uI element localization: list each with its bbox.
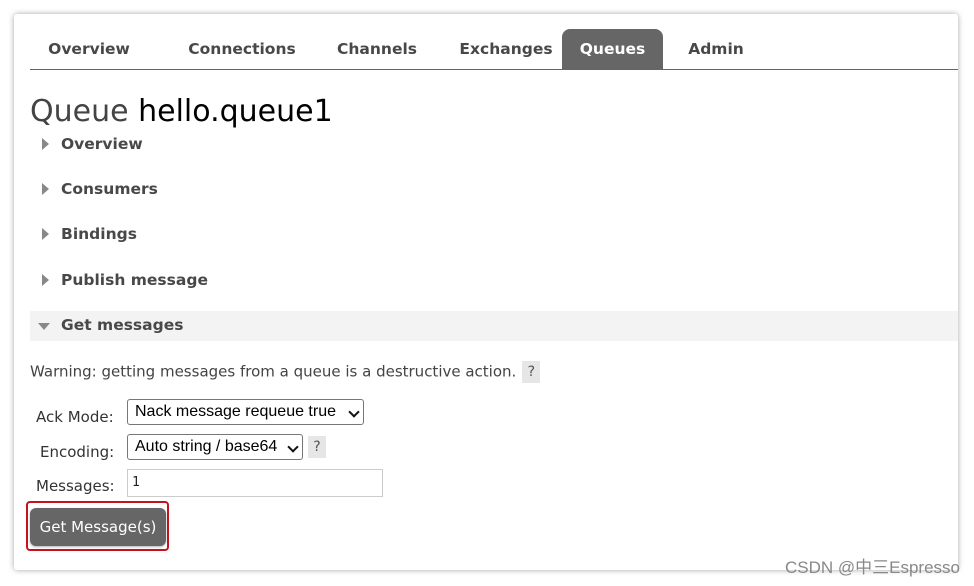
section-get-messages[interactable]: Get messages <box>30 311 958 341</box>
nav-tabs: Overview Connections Channels Exchanges … <box>30 29 958 70</box>
expand-arrow-icon <box>42 183 49 195</box>
section-label: Consumers <box>61 180 158 198</box>
expand-arrow-icon <box>42 138 49 150</box>
get-messages-button[interactable]: Get Message(s) <box>30 508 166 546</box>
warning-text: Warning: getting messages from a queue i… <box>30 362 517 381</box>
section-label: Overview <box>61 135 143 153</box>
tab-connections[interactable]: Connections <box>170 29 314 69</box>
destructive-warning: Warning: getting messages from a queue i… <box>30 361 541 383</box>
ack-mode-select[interactable]: Nack message requeue true <box>127 399 364 425</box>
watermark: CSDN @中三Espresso <box>784 558 960 577</box>
encoding-label: Encoding: <box>40 443 115 461</box>
main-panel: Overview Connections Channels Exchanges … <box>14 14 958 570</box>
chevron-down-icon <box>348 406 360 418</box>
messages-label: Messages: <box>36 477 115 495</box>
chevron-down-icon <box>287 441 299 453</box>
page-title-prefix: Queue <box>30 94 129 129</box>
section-label: Bindings <box>61 225 137 243</box>
queue-name: hello.queue1 <box>138 94 333 129</box>
help-button[interactable]: ? <box>522 361 541 383</box>
section-consumers[interactable]: Consumers <box>30 175 958 205</box>
encoding-value: Auto string / base64 <box>135 438 278 455</box>
encoding-help-button[interactable]: ? <box>308 436 326 458</box>
ack-mode-label: Ack Mode: <box>36 408 114 426</box>
encoding-select[interactable]: Auto string / base64 <box>127 434 303 460</box>
section-label: Get messages <box>61 316 184 334</box>
expand-arrow-icon <box>42 274 49 286</box>
section-publish-message[interactable]: Publish message <box>30 266 958 296</box>
tab-channels[interactable]: Channels <box>322 29 432 69</box>
section-label: Publish message <box>61 271 208 289</box>
messages-count-input[interactable]: 1 <box>127 469 383 497</box>
tab-overview[interactable]: Overview <box>40 29 138 69</box>
tab-admin[interactable]: Admin <box>678 29 754 69</box>
ack-mode-value: Nack message requeue true <box>135 403 336 420</box>
expand-arrow-icon <box>42 228 49 240</box>
page-title: Queue hello.queue1 <box>30 94 333 129</box>
collapse-arrow-icon <box>38 323 50 330</box>
section-bindings[interactable]: Bindings <box>30 220 958 250</box>
section-overview[interactable]: Overview <box>30 130 958 160</box>
tab-queues[interactable]: Queues <box>562 29 663 69</box>
tab-exchanges[interactable]: Exchanges <box>442 29 570 69</box>
